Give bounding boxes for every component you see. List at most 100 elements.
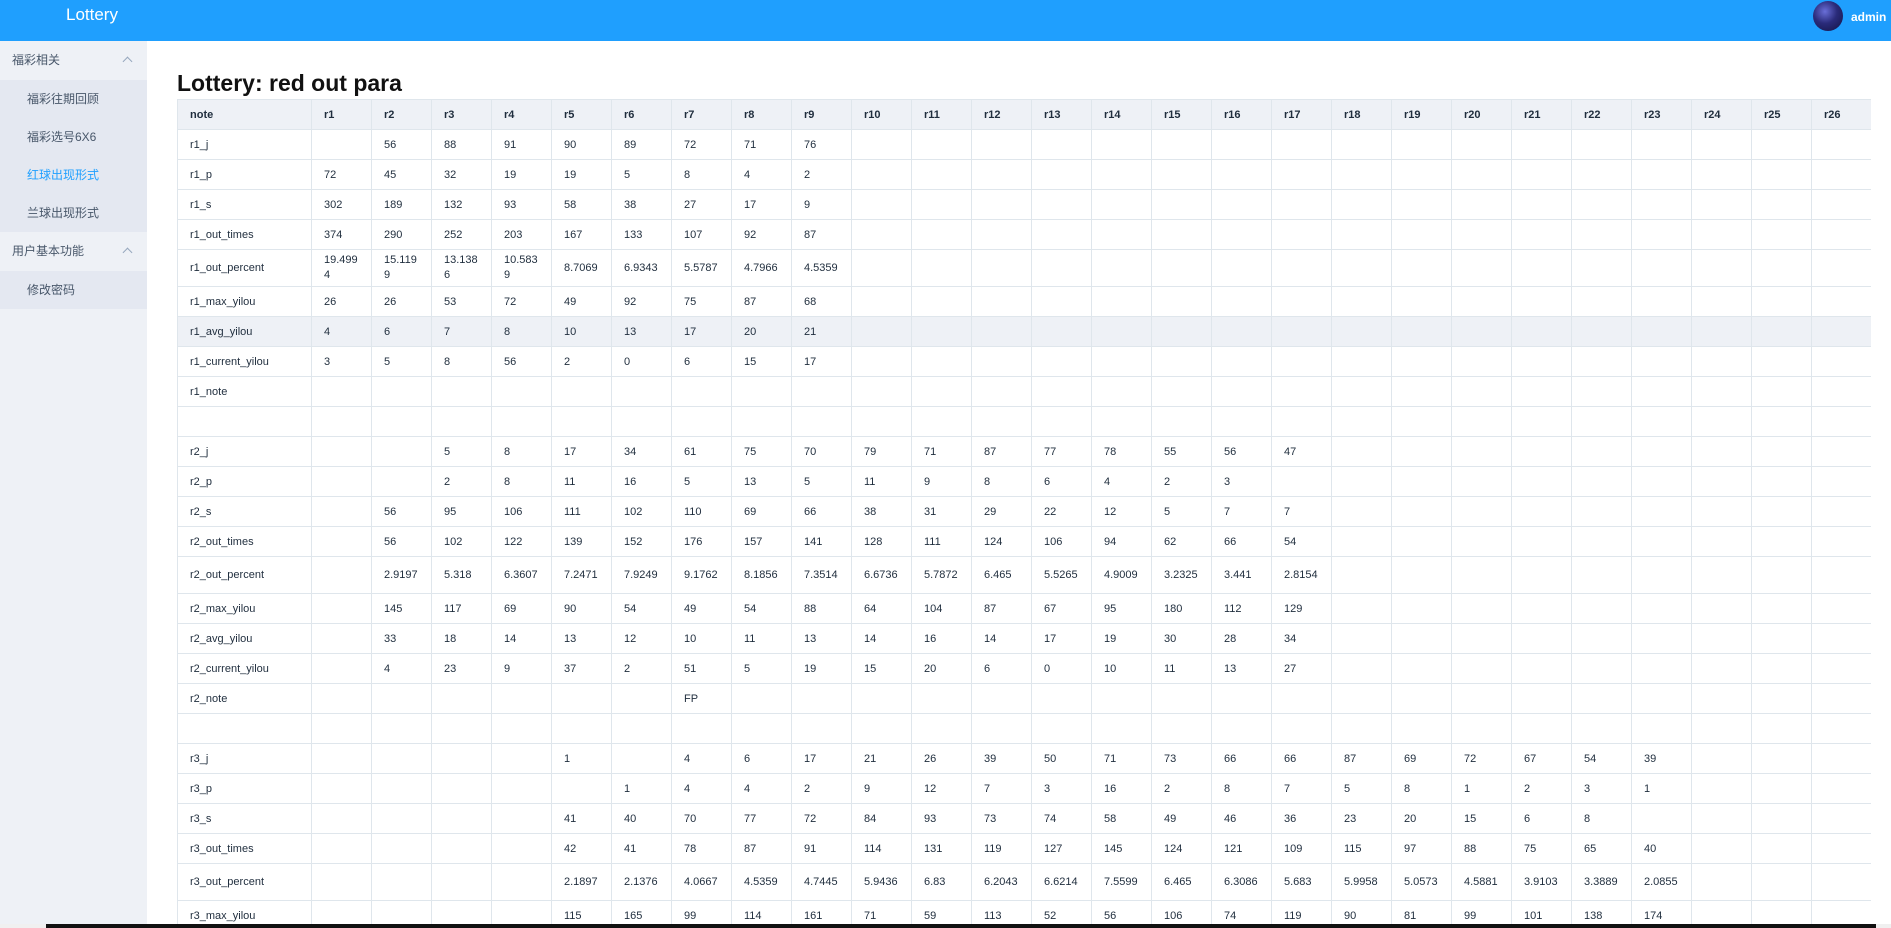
table-cell bbox=[491, 773, 552, 804]
table-cell bbox=[1811, 713, 1871, 744]
table-cell: 5 bbox=[431, 436, 492, 467]
table-cell bbox=[1511, 653, 1572, 684]
table-cell: r2_s bbox=[177, 496, 312, 527]
table-cell bbox=[1691, 466, 1752, 497]
table-cell: 8 bbox=[1391, 773, 1452, 804]
table-cell: 124 bbox=[971, 526, 1032, 557]
table-row: r2_max_yilou 145 117 69 90 54 49 54 88 64 104 87 67 9… bbox=[177, 593, 1871, 624]
table-cell: FP bbox=[671, 683, 732, 714]
table-cell bbox=[1511, 466, 1572, 497]
table-cell: 69 bbox=[731, 496, 792, 527]
table-cell bbox=[911, 406, 972, 437]
table-cell: 34 bbox=[611, 436, 672, 467]
column-header: r24 bbox=[1691, 99, 1752, 130]
table-row bbox=[177, 713, 1871, 744]
table-cell: 9 bbox=[491, 653, 552, 684]
column-header: r25 bbox=[1751, 99, 1812, 130]
table-cell bbox=[431, 406, 492, 437]
table-cell: 104 bbox=[911, 593, 972, 624]
table-cell: 4.7445 bbox=[791, 863, 852, 901]
table-cell: 3.9103 bbox=[1511, 863, 1572, 901]
table-cell bbox=[1751, 683, 1812, 714]
table-cell bbox=[1511, 713, 1572, 744]
top-navbar: Lottery admin bbox=[0, 0, 1891, 41]
table-cell bbox=[1391, 129, 1452, 160]
user-avatar[interactable] bbox=[1813, 1, 1843, 31]
table-cell bbox=[1511, 376, 1572, 407]
menu-item-pick-6x6[interactable]: 福彩选号6X6 bbox=[0, 118, 147, 156]
table-cell: 10 bbox=[551, 316, 612, 347]
table-cell: 5 bbox=[611, 159, 672, 190]
table-cell bbox=[1631, 316, 1692, 347]
table-cell bbox=[1391, 346, 1452, 377]
table-cell bbox=[1571, 159, 1632, 190]
table-cell bbox=[1271, 249, 1332, 287]
table-cell: 30 bbox=[1151, 623, 1212, 654]
table-cell: 66 bbox=[1211, 743, 1272, 774]
menu-group-lottery[interactable]: 福彩相关 bbox=[0, 41, 147, 80]
table-cell: 110 bbox=[671, 496, 732, 527]
table-cell bbox=[431, 773, 492, 804]
table-cell: 5.318 bbox=[431, 556, 492, 594]
table-cell: 5.683 bbox=[1271, 863, 1332, 901]
menu-group-user[interactable]: 用户基本功能 bbox=[0, 232, 147, 271]
table-cell: 180 bbox=[1151, 593, 1212, 624]
table-cell: 121 bbox=[1211, 833, 1272, 864]
column-header: r15 bbox=[1151, 99, 1212, 130]
table-cell: 7.3514 bbox=[791, 556, 852, 594]
app-title[interactable]: Lottery bbox=[66, 5, 118, 25]
table-cell bbox=[1271, 376, 1332, 407]
menu-item-blue-ball-pattern[interactable]: 兰球出现形式 bbox=[0, 194, 147, 232]
table-cell: 20 bbox=[1391, 803, 1452, 834]
menu-item-red-ball-pattern[interactable]: 红球出现形式 bbox=[0, 156, 147, 194]
table-cell: 28 bbox=[1211, 623, 1272, 654]
table-cell bbox=[1511, 249, 1572, 287]
table-cell bbox=[1451, 219, 1512, 250]
table-cell: 8 bbox=[671, 159, 732, 190]
table-cell bbox=[1811, 376, 1871, 407]
user-name[interactable]: admin bbox=[1851, 10, 1886, 24]
column-header: r14 bbox=[1091, 99, 1152, 130]
data-table-container[interactable]: note r1 r2 r3 r4 r5 r6 r7 r8 r9 r10 r11 r12 r13 r14 r15… bbox=[177, 99, 1871, 928]
table-cell: 20 bbox=[731, 316, 792, 347]
table-cell bbox=[1091, 683, 1152, 714]
table-cell bbox=[1811, 683, 1871, 714]
table-cell bbox=[1751, 249, 1812, 287]
table-cell: 132 bbox=[431, 189, 492, 220]
table-cell bbox=[1511, 593, 1572, 624]
table-cell: 4 bbox=[731, 159, 792, 190]
table-cell: 9 bbox=[851, 773, 912, 804]
table-cell bbox=[1031, 376, 1092, 407]
table-cell bbox=[431, 803, 492, 834]
table-cell: 6.6736 bbox=[851, 556, 912, 594]
table-cell: 23 bbox=[431, 653, 492, 684]
horizontal-scrollbar-thumb[interactable] bbox=[46, 924, 1876, 928]
table-cell: 87 bbox=[971, 436, 1032, 467]
menu-item-change-password[interactable]: 修改密码 bbox=[0, 271, 147, 309]
table-cell bbox=[1391, 316, 1452, 347]
table-cell: 114 bbox=[851, 833, 912, 864]
table-row: r1_out_percent 19.4994 15.1199 13.1386 10.58… bbox=[177, 249, 1871, 287]
table-cell: 6.465 bbox=[971, 556, 1032, 594]
table-cell bbox=[551, 406, 612, 437]
table-cell: 67 bbox=[1511, 743, 1572, 774]
table-cell bbox=[1811, 623, 1871, 654]
menu-item-history[interactable]: 福彩往期回顾 bbox=[0, 80, 147, 118]
table-cell bbox=[371, 713, 432, 744]
table-cell bbox=[1211, 713, 1272, 744]
table-cell: 109 bbox=[1271, 833, 1332, 864]
table-cell: 4.5359 bbox=[731, 863, 792, 901]
table-cell bbox=[911, 376, 972, 407]
table-cell bbox=[1571, 556, 1632, 594]
table-cell bbox=[1031, 286, 1092, 317]
table-cell: 29 bbox=[971, 496, 1032, 527]
table-cell bbox=[1751, 346, 1812, 377]
table-cell: 8 bbox=[1571, 803, 1632, 834]
table-cell bbox=[611, 683, 672, 714]
table-cell: 6 bbox=[1031, 466, 1092, 497]
table-cell: 131 bbox=[911, 833, 972, 864]
table-cell bbox=[1211, 683, 1272, 714]
table-cell: 71 bbox=[911, 436, 972, 467]
table-cell bbox=[1751, 593, 1812, 624]
table-cell bbox=[1211, 249, 1272, 287]
